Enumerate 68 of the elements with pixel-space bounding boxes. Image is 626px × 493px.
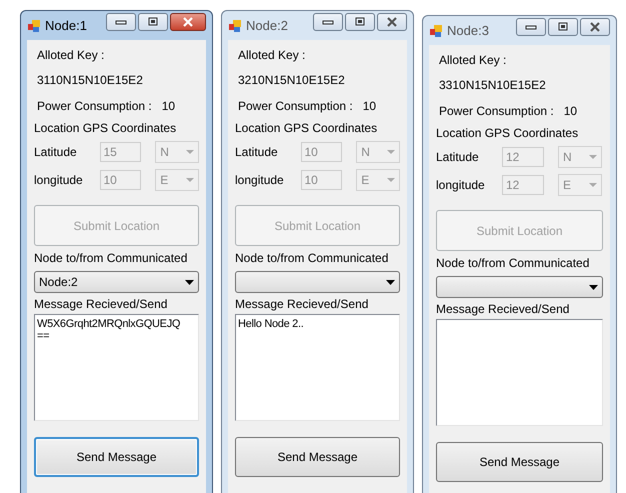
minimize-icon [322,19,334,25]
gps-label: Location GPS Coordinates [34,121,178,135]
send-message-button[interactable]: Send Message [34,437,199,477]
message-box[interactable]: W5X6Grqht2MRQnlxGQUEJQ == [34,314,199,421]
key-label: Alloted Key : [237,48,306,62]
key-label: Alloted Key : [438,53,508,67]
caret-icon [186,150,194,154]
node-label: Node to/from Communicated [34,251,188,265]
close-icon [182,17,194,27]
send-message-button[interactable]: Send Message [436,442,603,482]
app-icon [429,24,443,38]
key-value: 3110N15N10E15E2 [36,73,144,87]
app-icon [27,18,41,32]
caret-icon [387,150,395,154]
power-value: 10 [362,99,376,113]
close-button[interactable] [377,13,407,31]
send-message-button[interactable]: Send Message [235,437,400,477]
maximize-icon [557,22,569,32]
app-icon [228,18,242,32]
message-label: Message Recieved/Send [34,297,168,311]
window-title: Node:2 [246,18,288,33]
power-label: Power Consumption : [238,99,353,113]
maximize-button[interactable] [345,13,375,31]
message-box[interactable]: Hello Node 2.. [235,314,400,421]
message-label: Message Recieved/Send [436,302,570,316]
window-title: Node:1 [45,18,87,33]
caret-icon [589,183,597,187]
key-value: 3210N15N10E15E2 [237,73,346,87]
close-button[interactable] [580,18,610,36]
coordinate-label: longitude [235,173,285,187]
power-label: Power Consumption : [439,104,554,118]
minimize-button[interactable] [313,13,343,31]
minimize-icon [525,24,537,30]
caret-icon [589,155,597,159]
key-label: Alloted Key : [36,48,106,62]
maximize-button[interactable] [138,13,168,31]
close-button[interactable] [170,13,206,31]
maximize-icon [147,17,159,27]
minimize-icon [115,19,127,25]
node-label: Node to/from Communicated [235,251,390,265]
node-dropdown[interactable] [235,271,400,293]
power-value: 10 [162,99,176,113]
maximize-button[interactable] [548,18,578,36]
coordinate-label: longitude [34,173,84,187]
gps-label: Location GPS Coordinates [436,126,580,140]
caret-icon [589,284,598,290]
coordinate-label: Latitude [34,145,78,159]
coordinate-label: longitude [436,178,486,192]
coordinate-label: Latitude [436,150,480,164]
message-label: Message Recieved/Send [235,297,370,311]
maximize-icon [354,17,366,27]
caret-icon [386,280,395,284]
close-icon [386,17,398,27]
coordinate-label: Latitude [235,145,279,159]
node-label: Node to/from Communicated [436,256,590,270]
close-icon [589,22,601,32]
gps-label: Location GPS Coordinates [235,121,378,135]
power-value: 10 [564,104,578,118]
power-label: Power Consumption : [37,99,152,113]
key-value: 3310N15N10E15E2 [438,78,547,92]
node-dropdown[interactable] [436,276,603,298]
minimize-button[interactable] [106,13,136,31]
window-title: Node:3 [447,23,489,38]
caret-icon [185,280,194,284]
minimize-button[interactable] [516,18,546,36]
caret-icon [387,178,395,182]
caret-icon [186,178,194,182]
node-dropdown[interactable]: Node:2 [34,271,199,293]
